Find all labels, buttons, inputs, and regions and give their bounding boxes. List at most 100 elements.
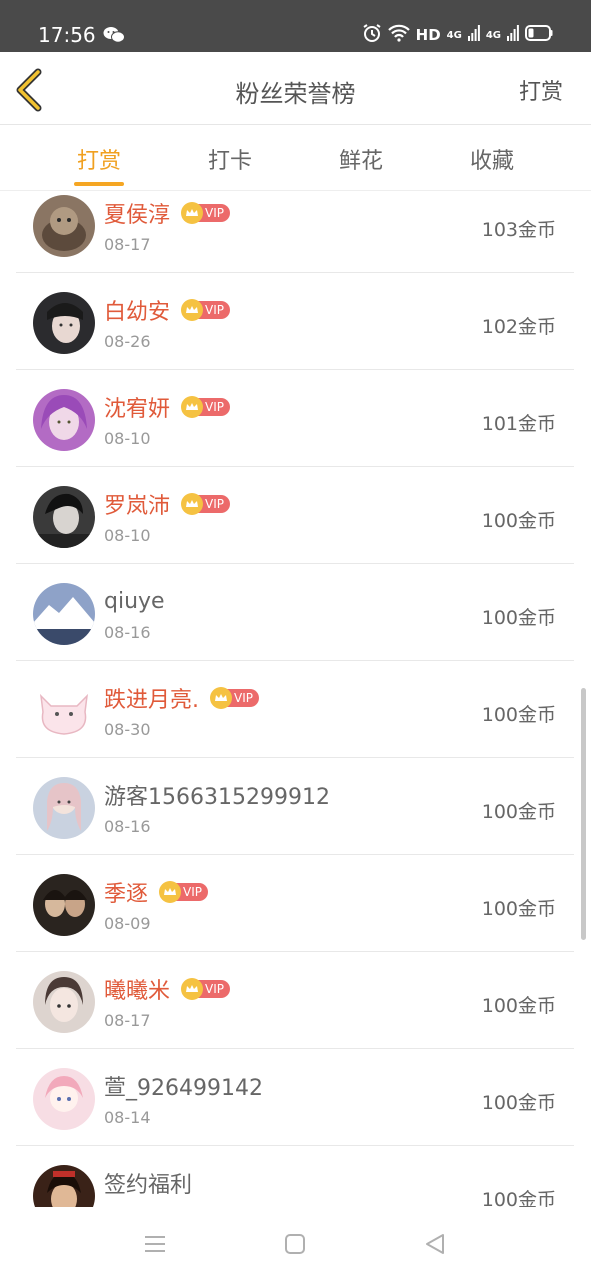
reward-date: 08-17 [104, 1011, 151, 1030]
avatar [33, 195, 95, 257]
crown-icon [181, 299, 204, 321]
tab-flowers[interactable]: 鲜花 [311, 143, 411, 175]
list-item[interactable]: 罗岚沛 VIP 08-10 100金币 [16, 467, 574, 564]
name-line: 萱_926499142 [104, 1071, 263, 1101]
crown-icon [210, 687, 232, 709]
user-name: qiuye [104, 588, 165, 614]
system-nav-bar [0, 1207, 591, 1280]
avatar [33, 680, 95, 742]
name-line: 季逐 VIP [104, 877, 208, 907]
signal-2-icon [507, 25, 519, 45]
reward-date: 08-10 [104, 526, 151, 545]
reward-amount: 100金币 [481, 898, 556, 920]
status-indicators: HD 4G 4G [362, 22, 553, 48]
crown-icon [159, 881, 182, 903]
hd-indicator: HD [415, 26, 441, 44]
user-name: 萱_926499142 [104, 1076, 263, 1101]
avatar [33, 777, 95, 839]
tab-indicator [74, 182, 124, 186]
signal-1-label: 4G [446, 29, 462, 41]
user-name: 跌进月亮. [104, 688, 199, 713]
reward-date: 08-17 [104, 235, 151, 254]
crown-icon [181, 202, 204, 224]
reward-amount: 100金币 [481, 607, 556, 629]
reward-amount: 100金币 [481, 1092, 556, 1114]
list-item[interactable]: 夏侯淳 VIP 08-17 103金币 [16, 191, 574, 273]
user-name: 白幼安 [104, 300, 171, 325]
home-square-icon[interactable] [282, 1231, 308, 1257]
name-line: 沈宥妍 VIP [104, 392, 230, 422]
avatar [33, 1165, 95, 1207]
reward-date: 08-30 [104, 720, 151, 739]
reward-date: 08-26 [104, 332, 151, 351]
name-line: 罗岚沛 VIP [104, 489, 230, 519]
crown-icon [181, 978, 204, 1000]
name-line: 白幼安 VIP [104, 295, 230, 325]
vip-badge: VIP [180, 299, 230, 321]
name-line: 曦曦米 VIP [104, 974, 230, 1004]
vip-badge: VIP [158, 881, 208, 903]
list-item[interactable]: 白幼安 VIP 08-26 102金币 [16, 273, 574, 370]
name-line: 签约福利 [104, 1168, 192, 1198]
back-triangle-icon[interactable] [422, 1231, 448, 1257]
reward-date: 08-10 [104, 429, 151, 448]
user-name: 游客1566315299912 [104, 785, 330, 810]
user-name: 沈宥妍 [104, 397, 171, 422]
list-item[interactable]: 曦曦米 VIP 08-17 100金币 [16, 952, 574, 1049]
signal-2-label: 4G [485, 29, 501, 41]
name-line: 夏侯淳 VIP [104, 198, 230, 228]
reward-amount: 101金币 [481, 413, 556, 435]
user-name: 季逐 [104, 882, 149, 907]
status-time: 17:56 [38, 23, 96, 47]
name-line: 游客1566315299912 [104, 780, 330, 810]
vip-badge: VIP [209, 687, 259, 709]
crown-icon [181, 396, 204, 418]
tab-favorites[interactable]: 收藏 [442, 143, 542, 175]
avatar [33, 389, 95, 451]
list-item[interactable]: 萱_926499142 08-14 100金币 [16, 1049, 574, 1146]
list-item[interactable]: 沈宥妍 VIP 08-10 101金币 [16, 370, 574, 467]
ranking-list: 夏侯淳 VIP 08-17 103金币 白幼安 VIP 08-26 102金币 … [0, 191, 591, 1207]
reward-date: 08-16 [104, 817, 151, 836]
reward-date: 08-16 [104, 623, 151, 642]
reward-amount: 102金币 [481, 316, 556, 338]
vip-badge: VIP [180, 396, 230, 418]
list-item[interactable]: 签约福利 100金币 [16, 1146, 574, 1207]
user-name: 夏侯淳 [104, 203, 171, 228]
reward-date: 08-14 [104, 1108, 151, 1127]
tab-bar: 打赏 打卡 鲜花 收藏 [0, 125, 591, 191]
name-line: qiuye [104, 586, 165, 616]
battery-icon [525, 25, 553, 45]
wifi-icon [387, 24, 410, 46]
list-item[interactable]: 游客1566315299912 08-16 100金币 [16, 758, 574, 855]
scrollbar[interactable] [581, 688, 586, 940]
avatar [33, 292, 95, 354]
avatar [33, 1068, 95, 1130]
user-name: 罗岚沛 [104, 494, 171, 519]
avatar [33, 971, 95, 1033]
vip-badge: VIP [180, 202, 230, 224]
tab-checkin[interactable]: 打卡 [180, 143, 280, 175]
reward-amount: 100金币 [481, 995, 556, 1017]
reward-amount: 100金币 [481, 1189, 556, 1207]
avatar [33, 874, 95, 936]
reward-action-button[interactable]: 打赏 [519, 74, 563, 106]
vip-badge: VIP [180, 978, 230, 1000]
signal-1-icon [467, 25, 480, 45]
reward-amount: 103金币 [481, 219, 556, 241]
app-header: 粉丝荣誉榜 打赏 [0, 52, 591, 125]
tab-reward[interactable]: 打赏 [49, 143, 149, 175]
menu-icon[interactable] [142, 1231, 168, 1257]
name-line: 跌进月亮. VIP [104, 683, 259, 713]
wechat-icon [103, 26, 125, 44]
crown-icon [181, 493, 204, 515]
list-item[interactable]: 季逐 VIP 08-09 100金币 [16, 855, 574, 952]
reward-date: 08-09 [104, 914, 151, 933]
avatar [33, 583, 95, 645]
alarm-icon [362, 23, 382, 47]
reward-amount: 100金币 [481, 510, 556, 532]
reward-amount: 100金币 [481, 704, 556, 726]
list-item[interactable]: 跌进月亮. VIP 08-30 100金币 [16, 661, 574, 758]
list-item[interactable]: qiuye 08-16 100金币 [16, 564, 574, 661]
user-name: 曦曦米 [104, 979, 171, 1004]
